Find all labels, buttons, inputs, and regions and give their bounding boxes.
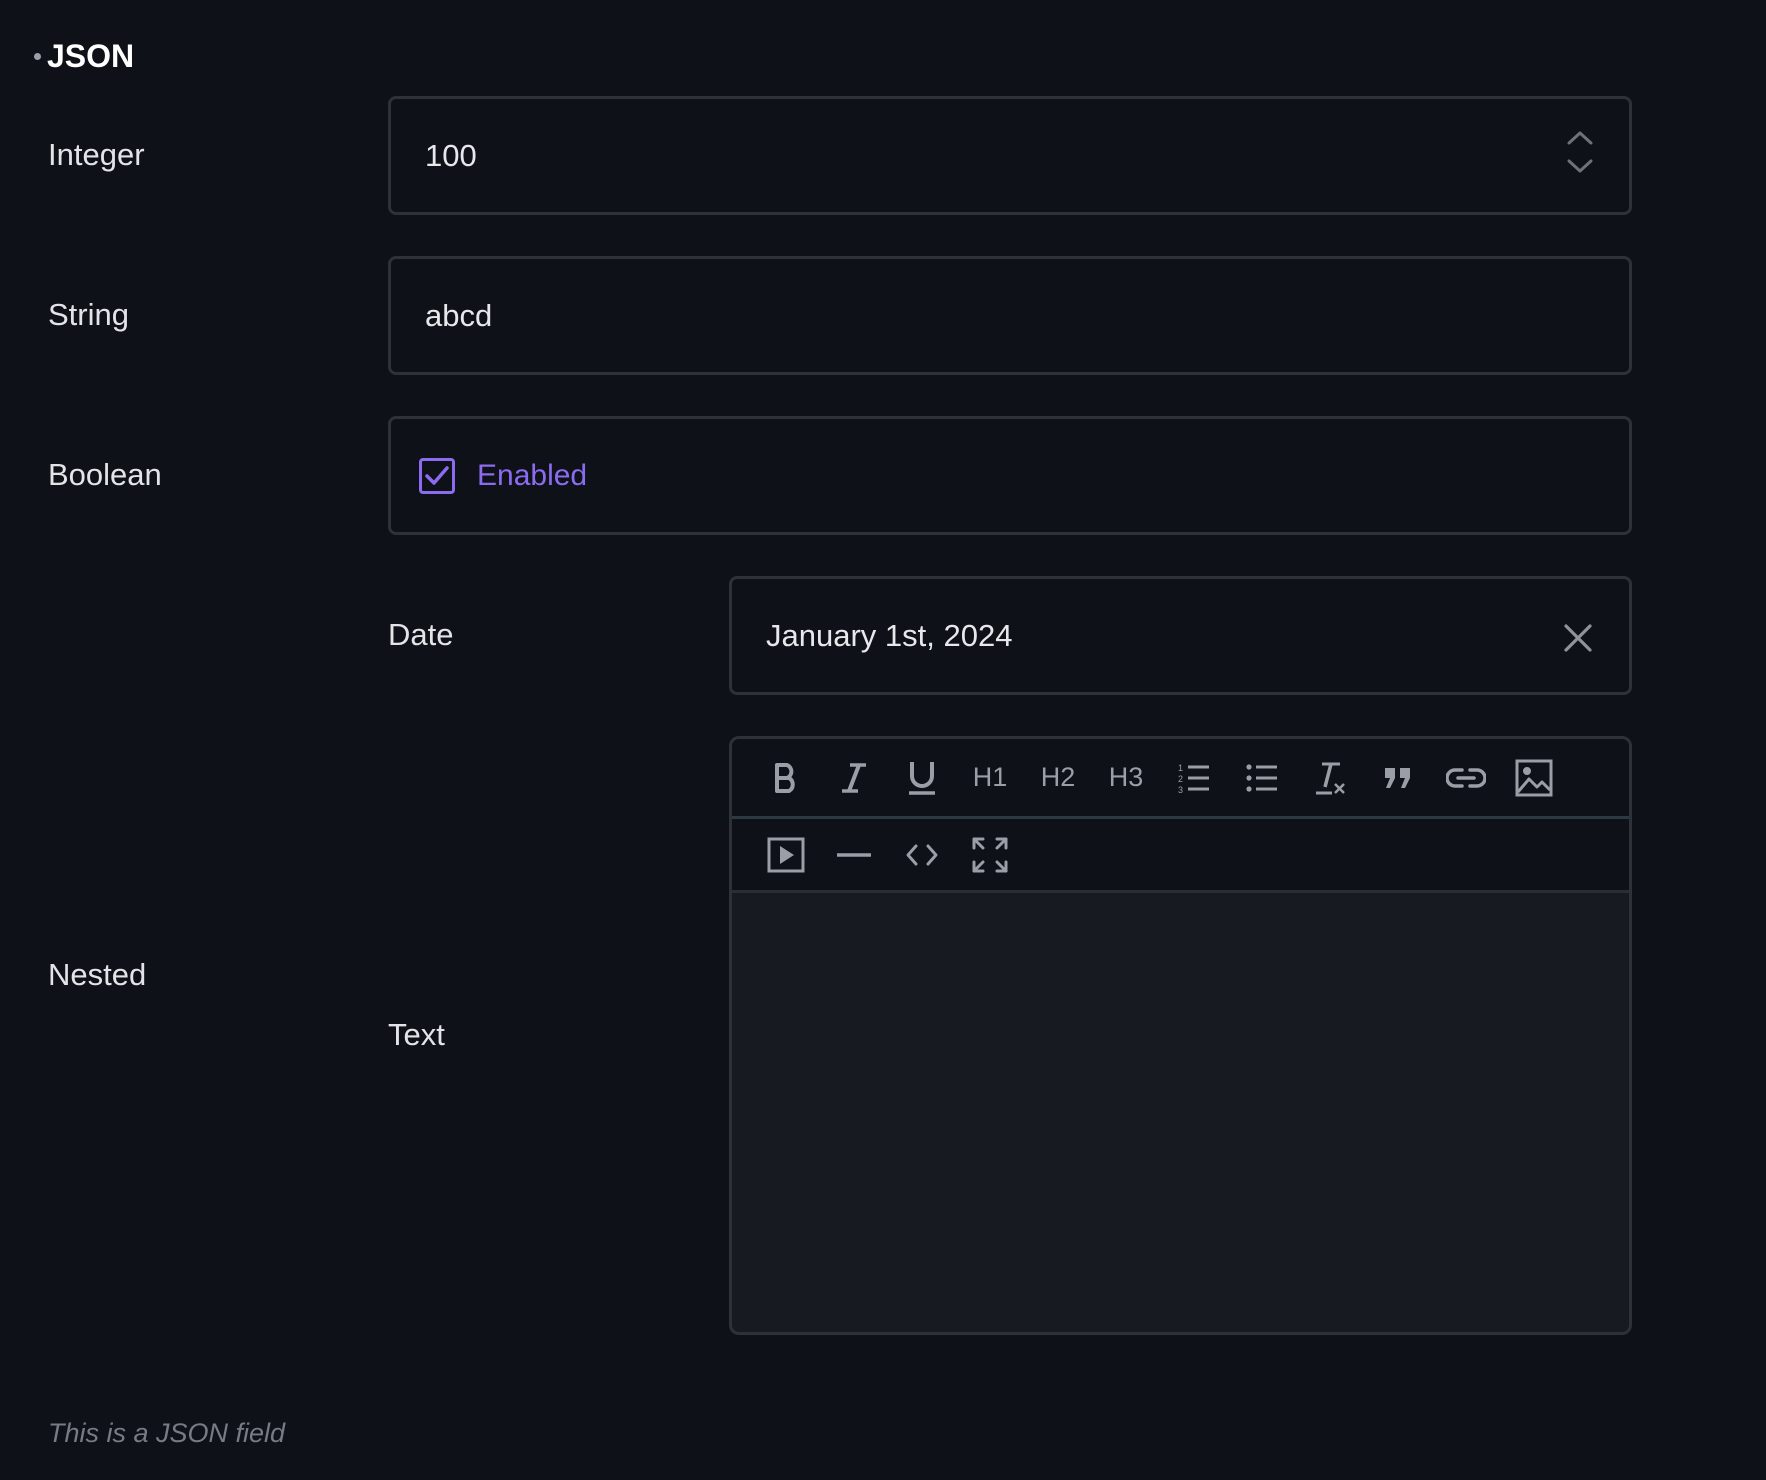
json-field-form: JSON Integer 100 String abcd Boolean Ena… bbox=[0, 0, 1766, 1480]
string-label: String bbox=[48, 297, 129, 332]
quote-icon bbox=[1385, 767, 1410, 788]
integer-label: Integer bbox=[48, 137, 145, 172]
insert-image-button[interactable] bbox=[1500, 748, 1568, 808]
bullet-dot-icon bbox=[34, 53, 41, 60]
italic-icon bbox=[842, 762, 866, 793]
svg-text:2: 2 bbox=[1178, 774, 1183, 784]
insert-link-button[interactable] bbox=[1432, 748, 1500, 808]
boolean-field: Enabled bbox=[388, 416, 1632, 535]
heading-3-button[interactable]: H3 bbox=[1092, 748, 1160, 808]
bold-button[interactable] bbox=[752, 748, 820, 808]
heading-1-button[interactable]: H1 bbox=[956, 748, 1024, 808]
clear-date-icon[interactable] bbox=[1563, 623, 1593, 653]
rich-text-editor: H1 H2 H3 1 2 3 bbox=[729, 736, 1632, 1335]
clear-formatting-button[interactable] bbox=[1296, 748, 1364, 808]
fullscreen-icon bbox=[972, 837, 1008, 872]
enabled-checkbox-label[interactable]: Enabled bbox=[477, 459, 587, 493]
boolean-label: Boolean bbox=[48, 457, 162, 492]
section-header: JSON bbox=[34, 38, 134, 75]
nested-label: Nested bbox=[48, 957, 147, 992]
chevron-down-icon[interactable] bbox=[1567, 159, 1593, 173]
date-label: Date bbox=[388, 617, 454, 652]
clear-format-icon bbox=[1316, 762, 1345, 794]
editor-content-area[interactable] bbox=[732, 893, 1629, 1329]
fullscreen-button[interactable] bbox=[956, 825, 1024, 885]
checkmark-icon bbox=[425, 465, 449, 485]
heading-2-button[interactable]: H2 bbox=[1024, 748, 1092, 808]
underline-button[interactable] bbox=[888, 748, 956, 808]
code-icon bbox=[906, 844, 938, 865]
horizontal-rule-button[interactable] bbox=[820, 825, 888, 885]
date-picker-input[interactable]: January 1st, 2024 bbox=[729, 576, 1632, 695]
integer-value: 100 bbox=[425, 137, 477, 173]
field-help-text: This is a JSON field bbox=[48, 1418, 286, 1448]
code-block-button[interactable] bbox=[888, 825, 956, 885]
section-title: JSON bbox=[47, 38, 135, 74]
svg-text:3: 3 bbox=[1178, 785, 1183, 794]
image-icon bbox=[1515, 759, 1553, 796]
chevron-up-icon[interactable] bbox=[1567, 131, 1593, 145]
link-icon bbox=[1446, 767, 1486, 788]
underline-icon bbox=[909, 761, 935, 795]
text-label: Text bbox=[388, 1017, 445, 1052]
insert-video-button[interactable] bbox=[752, 825, 820, 885]
editor-toolbar-row-2 bbox=[732, 819, 1629, 893]
enabled-checkbox[interactable] bbox=[419, 457, 455, 494]
video-icon bbox=[767, 837, 805, 872]
number-stepper[interactable] bbox=[1567, 131, 1593, 173]
ordered-list-icon: 1 2 3 bbox=[1178, 763, 1209, 794]
horizontal-rule-icon bbox=[837, 852, 871, 857]
string-input[interactable]: abcd bbox=[388, 256, 1632, 375]
date-value: January 1st, 2024 bbox=[766, 617, 1013, 653]
string-value: abcd bbox=[425, 297, 493, 333]
bold-icon bbox=[775, 762, 795, 793]
ordered-list-button[interactable]: 1 2 3 bbox=[1160, 748, 1228, 808]
italic-button[interactable] bbox=[820, 748, 888, 808]
editor-toolbar-row-1: H1 H2 H3 1 2 3 bbox=[732, 739, 1629, 819]
bullet-list-icon bbox=[1246, 763, 1277, 792]
svg-text:1: 1 bbox=[1178, 763, 1183, 773]
integer-input[interactable]: 100 bbox=[388, 96, 1632, 215]
blockquote-button[interactable] bbox=[1364, 748, 1432, 808]
bullet-list-button[interactable] bbox=[1228, 748, 1296, 808]
